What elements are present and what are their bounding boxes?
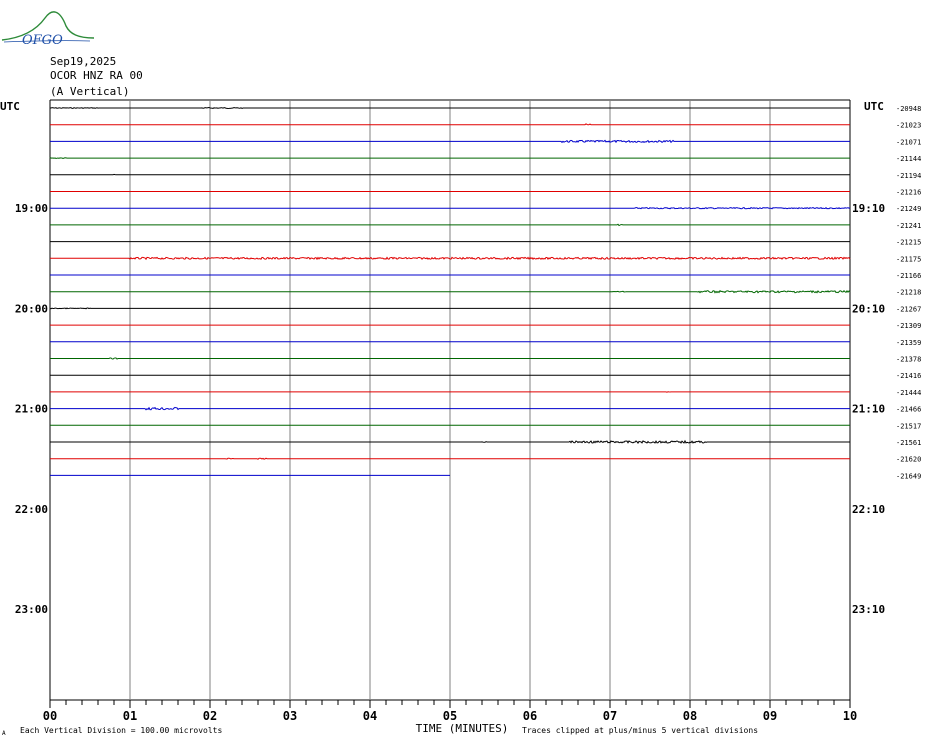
trace-offset-label: -21218 (896, 289, 921, 297)
trace-offset-label: -21378 (896, 356, 921, 364)
trace-offset-label: -21144 (896, 155, 921, 163)
right-hour-label: 20:10 (852, 302, 885, 315)
trace-offset-label: -21267 (896, 305, 921, 313)
seismic-trace (50, 391, 850, 393)
trace-offset-label: -21416 (896, 372, 921, 380)
left-hour-label: 20:00 (15, 302, 48, 315)
x-axis-title: TIME (MINUTES) (416, 722, 509, 735)
trace-offset-label: -21517 (896, 422, 921, 430)
x-tick-label: 07 (603, 709, 617, 723)
trace-offset-label: -21309 (896, 322, 921, 330)
trace-offset-label: -21216 (896, 189, 921, 197)
right-hour-label: 19:10 (852, 202, 885, 215)
x-tick-label: 02 (203, 709, 217, 723)
x-tick-label: 01 (123, 709, 137, 723)
seismic-trace (50, 457, 850, 460)
footer-vertical-division-note: Each Vertical Division = 100.00 microvol… (20, 726, 222, 735)
x-tick-label: 08 (683, 709, 697, 723)
trace-offset-label: -21620 (896, 456, 921, 464)
seismic-trace (49, 106, 850, 110)
trace-offset-label: -21194 (896, 172, 921, 180)
x-tick-label: 05 (443, 709, 457, 723)
trace-offset-label: -21466 (896, 406, 921, 414)
trace-offset-label: -21561 (896, 439, 921, 447)
helicorder-plot: 00 01 02 03 04 05 06 07 08 09 10 TIME (MINUTES) Each… (0, 99, 921, 737)
x-tick-label: 00 (43, 709, 57, 723)
x-tick-label: 06 (523, 709, 537, 723)
seismic-trace (50, 223, 850, 227)
footer-corner-mark: A (2, 730, 6, 737)
left-hour-label: 19:00 (15, 202, 48, 215)
trace-offset-label: -21166 (896, 272, 921, 280)
trace-offset-label: -21241 (896, 222, 921, 230)
trace-offset-label: -21359 (896, 339, 921, 347)
left-hour-label: 23:00 (15, 603, 48, 616)
x-tick-label: 04 (363, 709, 377, 723)
left-utc-label: UTC (0, 100, 20, 113)
seismic-trace (49, 307, 850, 310)
right-utc-label: UTC (864, 100, 884, 113)
x-tick-label: 09 (763, 709, 777, 723)
helicorder-page: OFGO Sep19,2025 OCOR HNZ RA 00 (A Vertic… (0, 0, 930, 744)
right-hour-label: 21:10 (852, 403, 885, 416)
trace-offset-label: -21249 (896, 205, 921, 213)
right-hour-label: 23:10 (852, 603, 885, 616)
seismic-trace (50, 206, 851, 210)
seismic-trace (49, 157, 850, 159)
seismic-trace (50, 357, 850, 360)
right-hour-label: 22:10 (852, 503, 885, 516)
trace-offset-label: -21215 (896, 239, 921, 247)
trace-offset-label: -21444 (896, 389, 921, 397)
x-tick-label: 03 (283, 709, 297, 723)
footer-clipping-note: Traces clipped at plus/minus 5 vertical … (522, 726, 758, 735)
x-tick-label: 10 (843, 709, 857, 723)
trace-offset-label: -21023 (896, 122, 921, 130)
trace-offset-label: -21649 (896, 472, 921, 480)
trace-offset-label: -21071 (896, 138, 921, 146)
trace-offset-label: -21175 (896, 255, 921, 263)
left-hour-label: 21:00 (15, 403, 48, 416)
left-hour-label: 22:00 (15, 503, 48, 516)
trace-offset-label: -20948 (896, 105, 921, 113)
